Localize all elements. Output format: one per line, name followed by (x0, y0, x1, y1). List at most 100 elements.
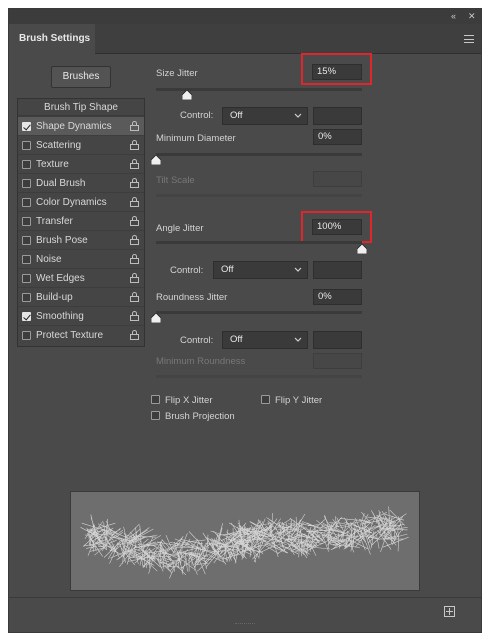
brush-options-list: Brush Tip Shape Shape Dynamics Scattering… (17, 98, 145, 347)
size-jitter-slider-thumb[interactable] (181, 90, 192, 100)
sidebar-item-checkbox[interactable] (22, 236, 31, 245)
lock-icon[interactable] (130, 159, 139, 169)
chevron-down-icon (294, 113, 302, 118)
chevron-down-icon (294, 267, 302, 272)
sidebar-item-label: Brush Pose (36, 235, 88, 246)
angle-jitter-slider[interactable] (156, 241, 362, 244)
roundness-jitter-slider[interactable] (156, 311, 362, 314)
sidebar-item-protect-texture[interactable]: Protect Texture (18, 325, 144, 344)
size-control-select[interactable]: Off (222, 107, 308, 125)
lock-icon[interactable] (130, 216, 139, 226)
sidebar-item-checkbox[interactable] (22, 274, 31, 283)
resize-grip[interactable] (235, 623, 255, 626)
panel-menu-icon[interactable] (464, 35, 474, 43)
lock-icon[interactable] (130, 140, 139, 150)
sidebar-item-noise[interactable]: Noise (18, 249, 144, 268)
angle-jitter-label: Angle Jitter (156, 223, 204, 234)
flip-x-label: Flip X Jitter (165, 395, 213, 406)
min-diameter-slider-thumb[interactable] (151, 155, 161, 165)
sidebar-item-checkbox[interactable] (22, 179, 31, 188)
tilt-scale-slider (156, 194, 362, 197)
sidebar-item-label: Dual Brush (36, 178, 86, 189)
min-diameter-slider[interactable] (156, 153, 362, 156)
brush-projection-checkbox[interactable] (151, 411, 160, 420)
panel-title-strip: « ✕ (9, 9, 481, 24)
lock-icon[interactable] (130, 254, 139, 264)
sidebar-item-brush-tip-shape[interactable]: Brush Tip Shape (18, 99, 144, 116)
lock-icon[interactable] (130, 178, 139, 188)
brush-stroke-bristles (80, 506, 409, 579)
tilt-scale-field (313, 171, 362, 187)
sidebar-item-color-dynamics[interactable]: Color Dynamics (18, 192, 144, 211)
roundness-jitter-label: Roundness Jitter (156, 292, 228, 303)
sidebar-item-checkbox[interactable] (22, 198, 31, 207)
brushes-button[interactable]: Brushes (51, 66, 111, 88)
sidebar-item-brush-pose[interactable]: Brush Pose (18, 230, 144, 249)
sidebar-item-dual-brush[interactable]: Dual Brush (18, 173, 144, 192)
sidebar-item-label: Shape Dynamics (36, 121, 112, 132)
tab-brush-settings[interactable]: Brush Settings (9, 24, 95, 54)
sidebar-item-label: Noise (36, 254, 62, 265)
size-control-value: Off (230, 110, 243, 121)
sidebar-item-checkbox[interactable] (22, 217, 31, 226)
flip-y-label: Flip Y Jitter (275, 395, 323, 406)
lock-icon[interactable] (130, 197, 139, 207)
brush-settings-panel: « ✕ Brush Settings Brushes Brush Tip Sha… (8, 8, 482, 633)
close-icon[interactable]: ✕ (468, 11, 476, 21)
lock-icon[interactable] (130, 121, 139, 131)
sidebar-item-scattering[interactable]: Scattering (18, 135, 144, 154)
angle-control-value: Off (221, 264, 234, 275)
sidebar-item-checkbox[interactable] (22, 141, 31, 150)
lock-icon[interactable] (130, 311, 139, 321)
sidebar-item-shape-dynamics[interactable]: Shape Dynamics (18, 116, 144, 135)
roundness-control-value: Off (230, 334, 243, 345)
sidebar-item-wet-edges[interactable]: Wet Edges (18, 268, 144, 287)
roundness-control-label: Control: (180, 335, 214, 346)
lock-icon[interactable] (130, 235, 139, 245)
sidebar-item-checkbox[interactable] (22, 160, 31, 169)
sidebar-item-checkbox[interactable] (22, 122, 31, 131)
angle-control-select[interactable]: Off (213, 261, 308, 279)
min-diameter-label: Minimum Diameter (156, 133, 236, 144)
angle-jitter-slider-thumb[interactable] (357, 244, 367, 254)
roundness-jitter-slider-thumb[interactable] (151, 313, 161, 323)
size-jitter-field[interactable]: 15% (312, 64, 362, 80)
sidebar-item-checkbox[interactable] (22, 312, 31, 321)
chevron-down-icon (294, 337, 302, 342)
new-preset-icon[interactable] (444, 606, 455, 617)
lock-icon[interactable] (130, 330, 139, 340)
flip-y-checkbox[interactable] (261, 395, 270, 404)
brush-stroke-image (80, 506, 409, 579)
panel-footer (9, 597, 481, 627)
sidebar-item-texture[interactable]: Texture (18, 154, 144, 173)
collapse-icon[interactable]: « (451, 11, 456, 21)
sidebar-item-label: Protect Texture (36, 330, 104, 341)
flip-x-checkbox[interactable] (151, 395, 160, 404)
angle-control-label: Control: (170, 265, 204, 276)
sidebar-item-checkbox[interactable] (22, 331, 31, 340)
sidebar-item-label: Texture (36, 159, 69, 170)
sidebar-item-label: Build-up (36, 292, 73, 303)
tab-bar: Brush Settings (9, 24, 481, 54)
lock-icon[interactable] (130, 273, 139, 283)
size-jitter-label: Size Jitter (156, 68, 198, 79)
sidebar-item-checkbox[interactable] (22, 255, 31, 264)
min-roundness-slider (156, 375, 362, 378)
roundness-control-select[interactable]: Off (222, 331, 308, 349)
sidebar-item-transfer[interactable]: Transfer (18, 211, 144, 230)
sidebar-item-build-up[interactable]: Build-up (18, 287, 144, 306)
angle-control-amount[interactable] (313, 261, 362, 279)
sidebar-item-label: Smoothing (36, 311, 84, 322)
lock-icon[interactable] (130, 292, 139, 302)
angle-jitter-field[interactable]: 100% (312, 219, 362, 235)
min-diameter-field[interactable]: 0% (313, 129, 362, 145)
tilt-scale-label: Tilt Scale (156, 175, 195, 186)
sidebar-item-label: Color Dynamics (36, 197, 107, 208)
roundness-jitter-field[interactable]: 0% (313, 289, 362, 305)
roundness-control-amount[interactable] (313, 331, 362, 349)
brush-projection-label: Brush Projection (165, 411, 235, 422)
sidebar-item-label: Transfer (36, 216, 73, 227)
size-control-amount[interactable] (313, 107, 362, 125)
sidebar-item-checkbox[interactable] (22, 293, 31, 302)
sidebar-item-smoothing[interactable]: Smoothing (18, 306, 144, 325)
